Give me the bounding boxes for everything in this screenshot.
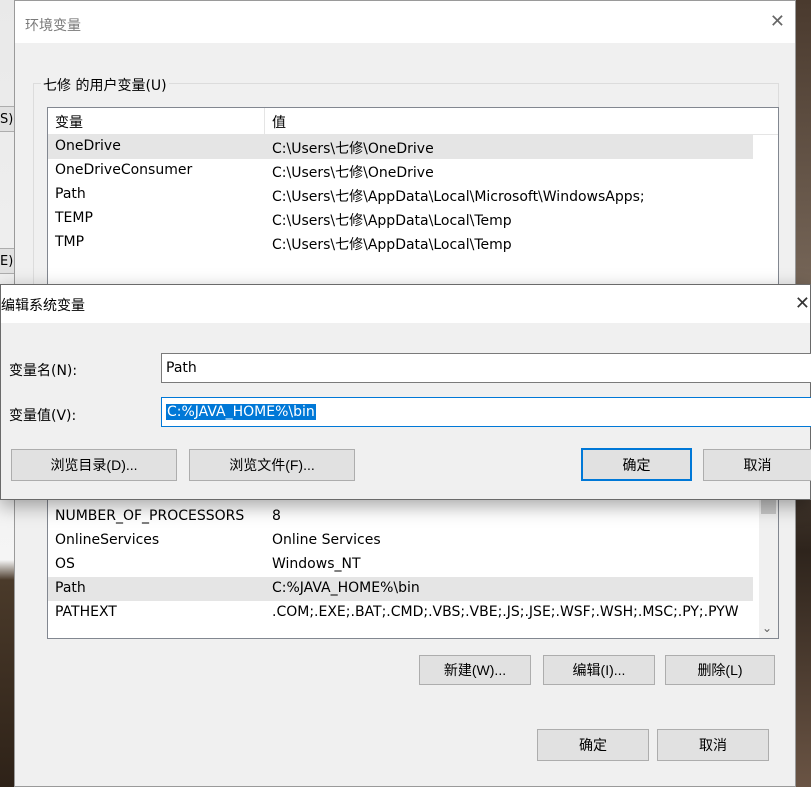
close-icon[interactable]: ✕ xyxy=(795,293,810,314)
column-header-value[interactable]: 值 xyxy=(272,112,286,132)
chevron-down-icon[interactable]: ⌄ xyxy=(762,621,772,635)
window-title: 环境变量 xyxy=(25,18,81,34)
system-variables-list[interactable]: NUMBER_OF_PROCESSORS 8 OnlineServices On… xyxy=(47,481,779,639)
new-button[interactable]: 新建(W)... xyxy=(419,655,531,685)
scrollbar[interactable]: ⌄ xyxy=(759,482,778,638)
title-bar: 编辑系统变量 ✕ xyxy=(1,285,810,323)
var-name: OnlineServices xyxy=(55,532,160,548)
list-item[interactable]: Path C:%JAVA_HOME%\bin xyxy=(48,577,753,601)
dialog-title: 编辑系统变量 xyxy=(1,298,85,314)
browse-directory-button[interactable]: 浏览目录(D)... xyxy=(11,449,177,481)
var-name: TMP xyxy=(55,234,85,250)
variable-name-label: 变量名(N): xyxy=(9,363,78,379)
var-value: C:%JAVA_HOME%\bin xyxy=(272,580,420,596)
var-value: 8 xyxy=(272,508,281,524)
title-bar: 环境变量 ✕ xyxy=(15,1,795,43)
var-value: C:\Users\七修\OneDrive xyxy=(272,141,434,157)
list-item[interactable]: OS Windows_NT xyxy=(48,553,778,577)
var-value: Online Services xyxy=(272,532,381,548)
list-item[interactable]: OneDrive C:\Users\七修\OneDrive xyxy=(48,135,753,159)
edit-system-variable-dialog: 编辑系统变量 ✕ 变量名(N): 变量值(V): C:%JAVA_HOME%\b… xyxy=(0,284,811,500)
variable-name-input[interactable] xyxy=(161,353,811,383)
close-icon[interactable]: ✕ xyxy=(770,11,785,32)
var-value: C:\Users\七修\AppData\Local\Microsoft\Wind… xyxy=(272,189,645,205)
user-variables-label: 七修 的用户变量(U) xyxy=(41,75,169,95)
var-name: PATHEXT xyxy=(55,604,117,620)
var-value: C:\Users\七修\AppData\Local\Temp xyxy=(272,237,512,253)
var-name: Path xyxy=(55,580,86,596)
variable-value-label: 变量值(V): xyxy=(9,408,77,424)
column-header-variable[interactable]: 变量 xyxy=(55,112,83,132)
selected-text: C:%JAVA_HOME%\bin xyxy=(166,404,316,420)
column-separator xyxy=(264,108,265,134)
var-name: OneDrive xyxy=(55,138,121,154)
list-item[interactable]: OnlineServices Online Services xyxy=(48,529,778,553)
var-name: TEMP xyxy=(55,210,93,226)
scroll-thumb[interactable] xyxy=(761,500,776,514)
cancel-button[interactable]: 取消 xyxy=(657,729,769,761)
list-item[interactable]: NUMBER_OF_PROCESSORS 8 xyxy=(48,505,778,529)
list-item[interactable]: PATHEXT .COM;.EXE;.BAT;.CMD;.VBS;.VBE;.J… xyxy=(48,601,753,625)
var-value: C:\Users\七修\AppData\Local\Temp xyxy=(272,213,512,229)
browse-file-button[interactable]: 浏览文件(F)... xyxy=(189,449,355,481)
list-item[interactable]: TMP C:\Users\七修\AppData\Local\Temp xyxy=(48,231,778,255)
list-header: 变量 值 xyxy=(48,108,778,135)
dialog-cancel-button[interactable]: 取消 xyxy=(703,449,811,481)
list-item[interactable]: OneDriveConsumer C:\Users\七修\OneDrive xyxy=(48,159,778,183)
var-value: .COM;.EXE;.BAT;.CMD;.VBS;.VBE;.JS;.JSE;.… xyxy=(272,604,739,620)
delete-button[interactable]: 删除(L) xyxy=(665,655,775,685)
var-value: Windows_NT xyxy=(272,556,361,572)
list-item[interactable]: Path C:\Users\七修\AppData\Local\Microsoft… xyxy=(48,183,778,207)
var-name: Path xyxy=(55,186,86,202)
variable-value-input[interactable]: C:%JAVA_HOME%\bin xyxy=(161,397,811,427)
var-name: OS xyxy=(55,556,75,572)
list-item[interactable]: TEMP C:\Users\七修\AppData\Local\Temp xyxy=(48,207,778,231)
dialog-ok-button[interactable]: 确定 xyxy=(581,448,692,481)
user-variables-list[interactable]: 变量 值 OneDrive C:\Users\七修\OneDrive OneDr… xyxy=(47,107,779,309)
ok-button[interactable]: 确定 xyxy=(537,729,649,761)
var-value: C:\Users\七修\OneDrive xyxy=(272,165,434,181)
var-name: OneDriveConsumer xyxy=(55,162,193,178)
edit-button[interactable]: 编辑(I)... xyxy=(543,655,655,685)
var-name: NUMBER_OF_PROCESSORS xyxy=(55,508,245,524)
